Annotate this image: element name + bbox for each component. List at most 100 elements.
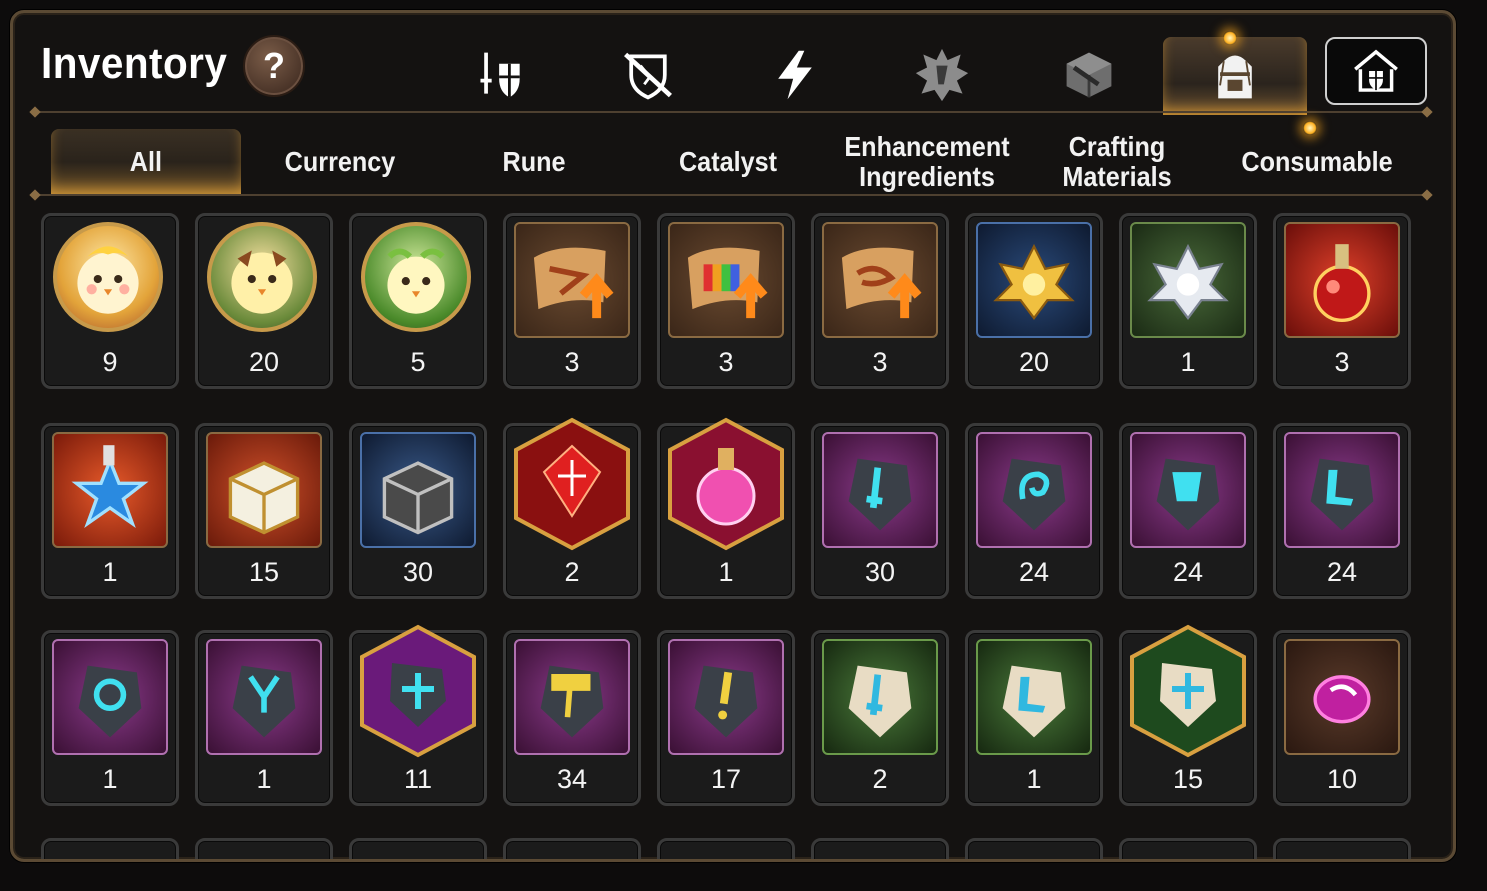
sub-tab-consumable[interactable]: Consumable: [1227, 129, 1407, 195]
item-slot[interactable]: 1: [965, 630, 1103, 806]
item-quantity: 30: [864, 557, 896, 587]
sword-shield-icon: [480, 52, 520, 98]
divider-ornament: [29, 189, 41, 201]
star-potion-icon: [52, 432, 168, 548]
tab-lightning[interactable]: [735, 35, 855, 115]
item-slot[interactable]: 17: [657, 630, 795, 806]
pink-orb-icon: [1284, 639, 1400, 755]
item-quantity: 34: [556, 764, 588, 794]
subtab-divider: [35, 194, 1431, 196]
header-divider: [35, 111, 1431, 113]
gold-crystal-flower-icon: [976, 222, 1092, 338]
notification-dot: [1303, 121, 1317, 135]
sub-tab-all[interactable]: All: [51, 129, 241, 195]
inventory-panel: Inventory ? All Currency Rune Catalyst E…: [10, 10, 1456, 862]
notification-dot: [1223, 31, 1237, 45]
item-slot[interactable]: 9: [41, 213, 179, 389]
silver-crystal-flower-icon: [1130, 222, 1246, 338]
spiky-badge-icon: [915, 48, 969, 102]
item-slot[interactable]: 1: [657, 417, 795, 599]
item-slot[interactable]: 20: [965, 213, 1103, 389]
divider-ornament: [1421, 189, 1433, 201]
item-slot[interactable]: 15: [195, 423, 333, 599]
item-slot[interactable]: [965, 838, 1103, 859]
item-slot[interactable]: 11: [349, 624, 487, 806]
item-slot[interactable]: [349, 838, 487, 859]
sub-tab-bar: All Currency Rune Catalyst Enhancement I…: [51, 129, 1411, 195]
item-slot[interactable]: 24: [1119, 423, 1257, 599]
item-slot[interactable]: 20: [195, 213, 333, 389]
divider-ornament: [29, 106, 41, 118]
cube-icon: [1066, 52, 1112, 98]
tab-house-shield[interactable]: [1325, 37, 1427, 105]
rainbow-scroll-upgrade-icon: [668, 222, 784, 338]
divider-ornament: [1421, 106, 1433, 118]
item-slot[interactable]: 3: [811, 213, 949, 389]
tab-backpack[interactable]: [1163, 37, 1307, 115]
lightning-icon: [778, 50, 812, 100]
backpack-icon: [1218, 55, 1252, 99]
item-slot[interactable]: 2: [503, 417, 641, 599]
item-slot[interactable]: 3: [1273, 213, 1411, 389]
item-slot[interactable]: 30: [349, 423, 487, 599]
sub-tab-enhancement-ingredients[interactable]: Enhancement Ingredients: [837, 129, 1017, 195]
exclaim-rune-stone-icon: [668, 639, 784, 755]
item-quantity: 3: [1334, 347, 1350, 377]
tab-broken-shield[interactable]: [588, 35, 708, 115]
item-slot[interactable]: 24: [965, 423, 1103, 599]
item-quantity: 1: [102, 764, 118, 794]
necklace-rune-stone-icon: [206, 639, 322, 755]
yellow-chick-round-icon: [53, 222, 163, 332]
item-slot[interactable]: 10: [1273, 630, 1411, 806]
item-slot[interactable]: [1273, 838, 1411, 859]
item-quantity: 15: [248, 557, 280, 587]
item-quantity: 9: [102, 347, 118, 377]
sub-tab-crafting-materials[interactable]: Crafting Materials: [1036, 129, 1198, 195]
scroll-upgrade-icon: [822, 222, 938, 338]
item-quantity: 17: [710, 764, 742, 794]
item-slot[interactable]: 30: [811, 423, 949, 599]
item-quantity: 24: [1018, 557, 1050, 587]
ring-rune-stone-icon: [52, 639, 168, 755]
frame-corner: [13, 13, 35, 35]
red-gem-hex-icon: [514, 417, 630, 551]
sub-tab-currency[interactable]: Currency: [255, 129, 426, 195]
item-quantity: 20: [1018, 347, 1050, 377]
item-quantity: 5: [410, 347, 426, 377]
pink-potion-hex-icon: [668, 417, 784, 551]
item-slot[interactable]: 1: [41, 423, 179, 599]
boot-rune-stone-icon: [1284, 432, 1400, 548]
item-slot[interactable]: [657, 838, 795, 859]
item-slot[interactable]: 24: [1273, 423, 1411, 599]
item-slot[interactable]: 1: [41, 630, 179, 806]
item-quantity: 30: [402, 557, 434, 587]
sub-tab-rune[interactable]: Rune: [449, 129, 620, 195]
tab-sword-shield[interactable]: [441, 35, 561, 115]
item-quantity: 1: [102, 557, 118, 587]
item-slot[interactable]: 34: [503, 630, 641, 806]
item-slot[interactable]: [811, 838, 949, 859]
item-quantity: 24: [1172, 557, 1204, 587]
item-slot[interactable]: [41, 838, 179, 859]
star-white-stone-hex-icon: [1130, 624, 1246, 758]
item-slot[interactable]: 15: [1119, 624, 1257, 806]
item-slot[interactable]: [1119, 838, 1257, 859]
sub-tab-catalyst[interactable]: Catalyst: [643, 129, 814, 195]
item-slot[interactable]: [195, 838, 333, 859]
item-quantity: 1: [718, 557, 734, 587]
item-slot[interactable]: 1: [195, 630, 333, 806]
chick-round-icon: [207, 222, 317, 332]
item-slot[interactable]: [503, 838, 641, 859]
item-quantity: 1: [1026, 764, 1042, 794]
tab-spiky-badge[interactable]: [882, 35, 1002, 115]
item-slot[interactable]: 5: [349, 213, 487, 389]
broken-shield-icon: [624, 52, 672, 100]
item-slot[interactable]: 3: [503, 213, 641, 389]
item-slot[interactable]: 2: [811, 630, 949, 806]
tab-cube[interactable]: [1029, 35, 1149, 115]
item-slot[interactable]: 3: [657, 213, 795, 389]
help-button[interactable]: ?: [243, 35, 305, 97]
hammer-rune-stone-icon: [514, 639, 630, 755]
item-slot[interactable]: 1: [1119, 213, 1257, 389]
item-quantity: 3: [872, 347, 888, 377]
